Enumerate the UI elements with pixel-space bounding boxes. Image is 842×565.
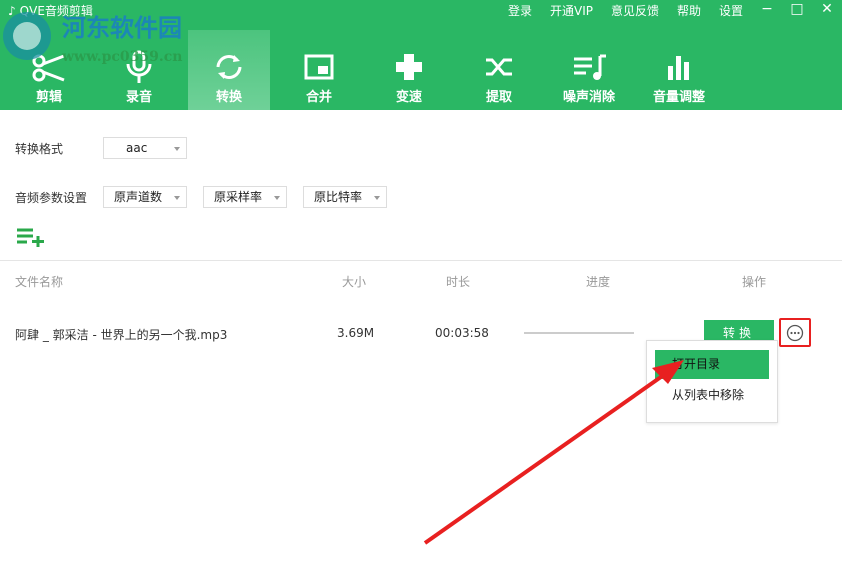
red-arrow-annotation	[423, 360, 684, 545]
